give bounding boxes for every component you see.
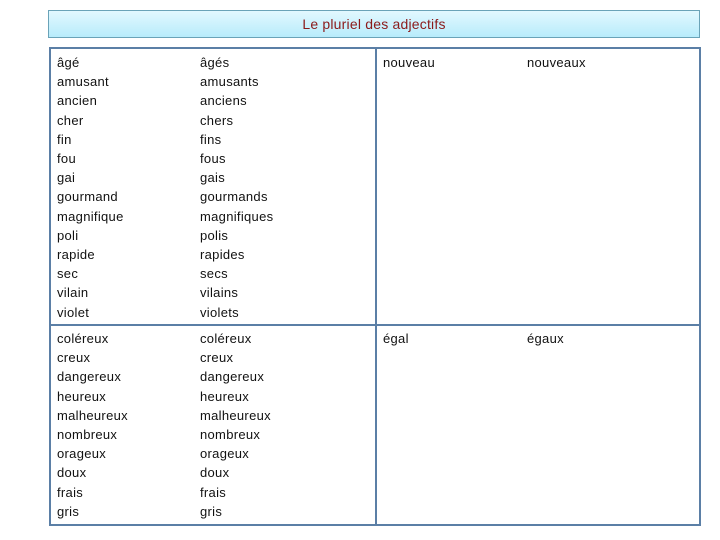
word-item: gris bbox=[200, 503, 223, 519]
word-item: secs bbox=[200, 266, 228, 282]
word-item: violets bbox=[200, 304, 239, 320]
word-item: amusants bbox=[200, 74, 259, 90]
word-item: dangereux bbox=[57, 369, 122, 385]
word-item: égaux bbox=[527, 331, 564, 346]
word-item: gai bbox=[57, 170, 76, 186]
title-banner: Le pluriel des adjectifs bbox=[48, 10, 700, 38]
word-item: malheureux bbox=[200, 407, 271, 423]
word-item: fin bbox=[57, 131, 72, 147]
section-2-right-plural: égaux bbox=[527, 329, 564, 348]
word-item: creux bbox=[200, 350, 234, 366]
section-1-left-singular: âgé amusant ancien cher fin fou gai gourmand mag… bbox=[57, 53, 124, 322]
row-divider bbox=[51, 324, 699, 326]
word-item: doux bbox=[57, 465, 87, 481]
word-item: coléreux bbox=[57, 331, 109, 346]
word-item: magnifique bbox=[57, 208, 124, 224]
word-item: violet bbox=[57, 304, 90, 320]
word-item: fous bbox=[200, 151, 226, 167]
word-item: frais bbox=[57, 484, 84, 500]
section-2-left-singular: coléreux creux dangereux heureux malheureux n… bbox=[57, 329, 128, 521]
word-item: doux bbox=[200, 465, 230, 481]
word-item: nouveau bbox=[383, 55, 435, 70]
page-title: Le pluriel des adjectifs bbox=[302, 16, 446, 32]
section-1-right-plural: nouveaux bbox=[527, 53, 586, 72]
word-item: heureux bbox=[57, 388, 107, 404]
word-item: creux bbox=[57, 350, 91, 366]
word-item: rapides bbox=[200, 247, 245, 263]
word-item: gais bbox=[200, 170, 226, 186]
word-item: âgé bbox=[57, 55, 80, 70]
section-1-right-singular: nouveau bbox=[383, 53, 435, 72]
word-item: anciens bbox=[200, 93, 247, 109]
word-item: magnifiques bbox=[200, 208, 274, 224]
word-item: orageux bbox=[200, 446, 250, 462]
word-item: égal bbox=[383, 331, 409, 346]
word-item: cher bbox=[57, 112, 84, 128]
section-2-right-singular: égal bbox=[383, 329, 409, 348]
word-item: âgés bbox=[200, 55, 230, 70]
word-item: ancien bbox=[57, 93, 98, 109]
section-1-left-plural: âgés amusants anciens chers fins fous gais gour… bbox=[200, 53, 273, 322]
word-item: rapide bbox=[57, 247, 95, 263]
word-item: frais bbox=[200, 484, 227, 500]
word-item: gris bbox=[57, 503, 80, 519]
word-item: gourmands bbox=[200, 189, 268, 205]
word-item: fou bbox=[57, 151, 76, 167]
section-2-left-plural: coléreux creux dangereux heureux malheureux n… bbox=[200, 329, 271, 521]
column-divider bbox=[375, 49, 377, 524]
word-item: vilains bbox=[200, 285, 239, 301]
word-item: fins bbox=[200, 131, 222, 147]
word-item: nombreux bbox=[57, 427, 118, 443]
word-item: gourmand bbox=[57, 189, 118, 205]
word-item: malheureux bbox=[57, 407, 128, 423]
word-item: chers bbox=[200, 112, 234, 128]
word-item: poli bbox=[57, 227, 79, 243]
word-item: coléreux bbox=[200, 331, 252, 346]
word-item: nouveaux bbox=[527, 55, 586, 70]
word-item: dangereux bbox=[200, 369, 265, 385]
word-item: amusant bbox=[57, 74, 109, 90]
word-item: nombreux bbox=[200, 427, 261, 443]
word-item: vilain bbox=[57, 285, 89, 301]
word-item: sec bbox=[57, 266, 79, 282]
adjective-table: âgé amusant ancien cher fin fou gai gourmand mag… bbox=[49, 47, 701, 526]
word-item: orageux bbox=[57, 446, 107, 462]
word-item: heureux bbox=[200, 388, 250, 404]
word-item: polis bbox=[200, 227, 229, 243]
